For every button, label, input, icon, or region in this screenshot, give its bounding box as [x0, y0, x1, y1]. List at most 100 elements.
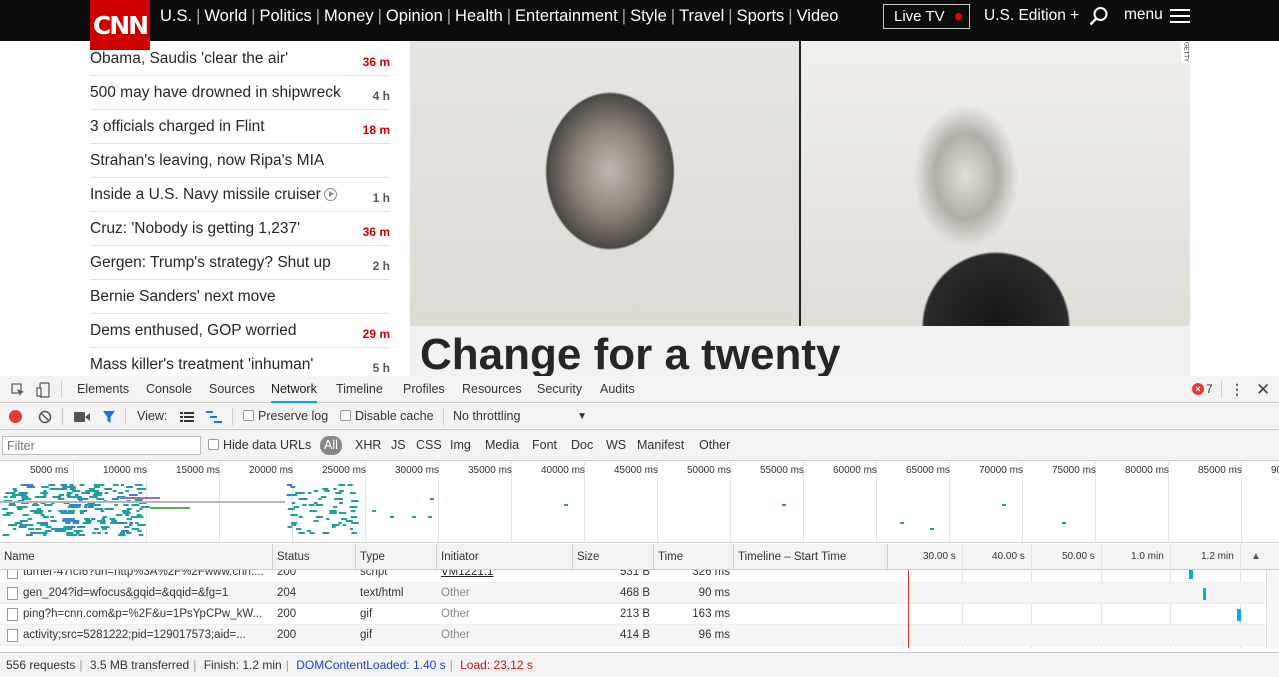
table-row[interactable]: ping?h=cnn.com&p=%2F&u=1PsYpCPw_kW... 200… — [0, 604, 1265, 625]
clear-icon[interactable] — [38, 410, 52, 424]
filter-type-font[interactable]: Font — [532, 436, 557, 455]
cell-name[interactable]: turner-47fcf6?url=http%3A%2F%2Fwww.cnn..… — [19, 570, 273, 583]
error-count[interactable]: 7 — [1206, 376, 1213, 403]
cell-name[interactable]: gen_204?id=wfocus&gqid=&qqid=&fg=1 — [19, 583, 273, 604]
column-header-initiator[interactable]: Initiator — [437, 544, 573, 570]
tab-resources[interactable]: Resources — [462, 376, 522, 403]
column-header-size[interactable]: Size — [573, 544, 654, 570]
filter-type-ws[interactable]: WS — [606, 436, 626, 455]
nav-link-travel[interactable]: Travel — [679, 7, 724, 26]
column-header-name[interactable]: Name — [0, 544, 273, 570]
edition-selector[interactable]: U.S. Edition + — [984, 7, 1079, 25]
headline-title[interactable]: Inside a U.S. Navy missile cruiser — [90, 186, 337, 204]
filter-type-img[interactable]: Img — [450, 436, 471, 455]
nav-link-money[interactable]: Money — [324, 7, 374, 26]
filter-type-css[interactable]: CSS — [416, 436, 442, 455]
checkbox-box[interactable] — [243, 410, 254, 421]
table-row[interactable]: activity;src=5281222;pid=129017573;aid=.… — [0, 625, 1271, 646]
table-row[interactable]: turner-47fcf6?url=http%3A%2F%2Fwww.cnn..… — [0, 570, 1265, 583]
live-tv-button[interactable]: Live TV — [883, 4, 970, 29]
filter-type-all[interactable]: All — [320, 436, 342, 455]
headline-item[interactable]: 500 may have drowned in shipwreck 4 h — [90, 76, 390, 110]
preserve-log-checkbox[interactable]: Preserve log — [243, 403, 328, 430]
headline-item[interactable]: Cruz: 'Nobody is getting 1,237' 36 m — [90, 212, 390, 246]
filter-type-doc[interactable]: Doc — [571, 436, 593, 455]
column-header-time[interactable]: Time — [654, 544, 734, 570]
overview-request-bar — [13, 490, 18, 492]
filter-type-manifest[interactable]: Manifest — [637, 436, 684, 455]
cnn-logo[interactable]: CNN — [90, 0, 150, 50]
headline-item[interactable]: Mass killer's treatment 'inhuman' 5 h — [90, 348, 390, 376]
large-rows-icon[interactable] — [180, 412, 194, 422]
checkbox-box[interactable] — [208, 439, 219, 450]
menu-label[interactable]: menu — [1124, 6, 1163, 24]
tab-network[interactable]: Network — [271, 376, 317, 403]
tab-timeline[interactable]: Timeline — [336, 376, 383, 403]
hero-story[interactable]: Change for a twenty — [410, 41, 1190, 376]
sort-ascending-icon[interactable]: ▲ — [1251, 551, 1261, 562]
overview-waterfall-icon[interactable] — [206, 411, 222, 423]
tab-security[interactable]: Security — [537, 376, 582, 403]
nav-link-health[interactable]: Health — [455, 7, 503, 26]
headline-title[interactable]: Bernie Sanders' next move — [90, 288, 276, 306]
nav-link-politics[interactable]: Politics — [259, 7, 311, 26]
more-options-icon[interactable]: ⋮ — [1230, 376, 1244, 403]
headline-title[interactable]: Strahan's leaving, now Ripa's MIA — [90, 152, 324, 170]
throttling-select[interactable]: No throttling ▼ — [453, 403, 591, 430]
headline-item[interactable]: Bernie Sanders' next move — [90, 280, 390, 314]
tab-elements[interactable]: Elements — [77, 376, 129, 403]
table-scrollbar[interactable] — [1266, 570, 1279, 648]
column-header-status[interactable]: Status — [273, 544, 356, 570]
headline-title[interactable]: Cruz: 'Nobody is getting 1,237' — [90, 220, 300, 238]
headline-title[interactable]: Obama, Saudis 'clear the air' — [90, 50, 288, 68]
headline-item[interactable]: Gergen: Trump's strategy? Shut up 2 h — [90, 246, 390, 280]
search-icon[interactable] — [1089, 6, 1109, 26]
nav-link-opinion[interactable]: Opinion — [386, 7, 443, 26]
device-mode-icon[interactable] — [36, 382, 50, 398]
cell-name[interactable]: ping?h=cnn.com&p=%2F&u=1PsYpCPw_kW... — [19, 604, 273, 625]
column-header-type[interactable]: Type — [356, 544, 437, 570]
nav-link-entertainment[interactable]: Entertainment — [515, 7, 618, 26]
filter-type-js[interactable]: JS — [391, 436, 406, 455]
cell-name[interactable]: activity;src=5281222;pid=129017573;aid=.… — [19, 625, 273, 646]
headline-item[interactable]: Dems enthused, GOP worried 29 m — [90, 314, 390, 348]
nav-link-sports[interactable]: Sports — [737, 7, 785, 26]
headline-item[interactable]: Strahan's leaving, now Ripa's MIA — [90, 144, 390, 178]
nav-link-style[interactable]: Style — [630, 7, 667, 26]
headline-text: Cruz: 'Nobody is getting 1,237' — [90, 219, 301, 237]
headline-text: Bernie Sanders' next move — [90, 287, 276, 305]
nav-link-us[interactable]: U.S. — [160, 7, 192, 26]
record-icon[interactable] — [9, 410, 22, 423]
tab-console[interactable]: Console — [146, 376, 192, 403]
filter-input[interactable] — [2, 436, 201, 455]
tab-audits[interactable]: Audits — [600, 376, 635, 403]
hamburger-menu-icon[interactable] — [1170, 9, 1190, 23]
headline-item[interactable]: 3 officials charged in Flint 18 m — [90, 110, 390, 144]
table-row[interactable]: gen_204?id=wfocus&gqid=&qqid=&fg=1 204 tex… — [0, 583, 1265, 604]
network-overview[interactable]: 5000 ms 10000 ms 15000 ms 20000 ms 25000 ms 3… — [0, 462, 1279, 543]
hero-headline[interactable]: Change for a twenty — [410, 326, 1190, 376]
capture-screenshots-icon[interactable] — [74, 412, 90, 422]
inspect-element-icon[interactable] — [11, 383, 25, 397]
filter-type-other[interactable]: Other — [699, 436, 730, 455]
error-icon[interactable]: × — [1192, 383, 1204, 395]
column-header-timeline[interactable]: Timeline – Start Time — [734, 544, 888, 570]
filter-type-xhr[interactable]: XHR — [355, 436, 381, 455]
tab-profiles[interactable]: Profiles — [403, 376, 445, 403]
headline-title[interactable]: Mass killer's treatment 'inhuman' — [90, 356, 313, 374]
filter-icon[interactable] — [102, 410, 116, 424]
tab-sources[interactable]: Sources — [209, 376, 255, 403]
headline-title[interactable]: Dems enthused, GOP worried — [90, 322, 296, 340]
checkbox-box[interactable] — [340, 410, 351, 421]
filter-type-media[interactable]: Media — [485, 436, 519, 455]
hide-data-urls-checkbox[interactable]: Hide data URLs — [208, 436, 311, 455]
nav-link-world[interactable]: World — [204, 7, 247, 26]
cell-initiator[interactable]: VM1221:1 — [437, 570, 573, 583]
headline-item[interactable]: Inside a U.S. Navy missile cruiser 1 h — [90, 178, 390, 212]
close-devtools-icon[interactable]: ✕ — [1256, 376, 1270, 403]
headline-title[interactable]: 500 may have drowned in shipwreck — [90, 84, 341, 102]
nav-link-video[interactable]: Video — [797, 7, 839, 26]
headline-title[interactable]: 3 officials charged in Flint — [90, 118, 265, 136]
disable-cache-checkbox[interactable]: Disable cache — [340, 403, 434, 430]
headline-title[interactable]: Gergen: Trump's strategy? Shut up — [90, 254, 331, 272]
